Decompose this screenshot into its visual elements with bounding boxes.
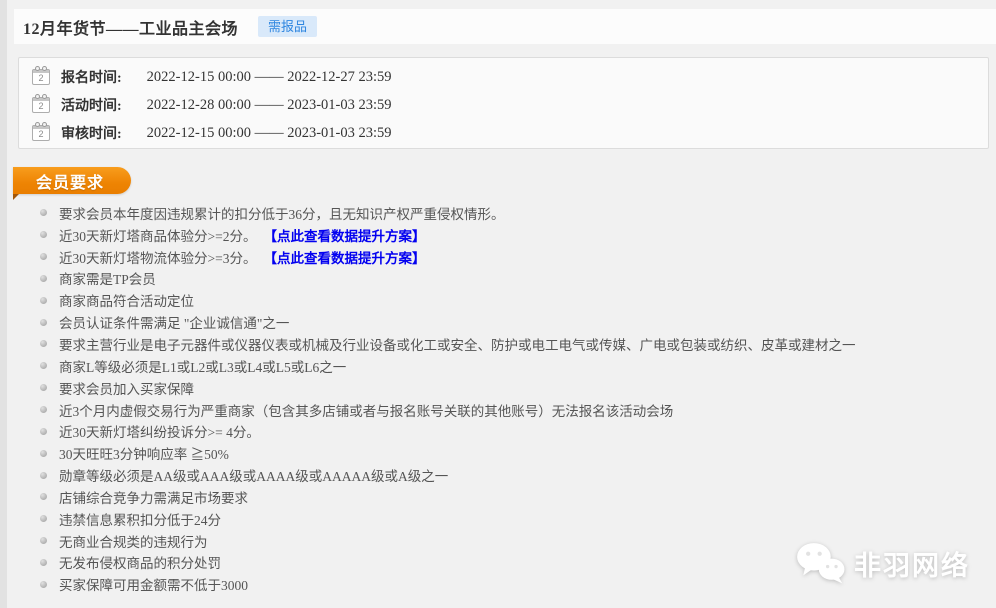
watermark-text: 非羽网络	[854, 544, 970, 583]
section-title: 会员要求	[36, 169, 104, 193]
requirement-text: 店铺综合竞争力需满足市场要求	[59, 487, 248, 507]
calendar-icon: 2	[32, 97, 50, 113]
requirement-text: 要求会员本年度因违规累计的扣分低于36分，且无知识产权严重侵权情形。	[59, 203, 505, 223]
calendar-icon: 2	[32, 69, 50, 85]
left-rail	[0, 0, 7, 608]
ribbon-fold-decoration	[13, 194, 19, 200]
bullet-icon	[40, 559, 47, 566]
schedule-label: 报名时间:	[61, 67, 122, 87]
requirement-text: 无商业合规类的违规行为	[59, 531, 208, 551]
activity-page: 12月年货节——工业品主会场 需报品 2 报名时间: 2022-12-15 00…	[0, 0, 996, 608]
bullet-icon	[40, 472, 47, 479]
requirement-item: 商家需是TP会员	[40, 268, 986, 290]
bullet-icon	[40, 515, 47, 522]
need-report-badge: 需报品	[258, 16, 317, 38]
requirement-item: 会员认证条件需满足 "企业诚信通"之一	[40, 311, 986, 333]
requirement-item: 商家商品符合活动定位	[40, 289, 986, 311]
requirement-text: 勋章等级必须是AA级或AAA级或AAAA级或AAAAA级或A级之一	[59, 465, 448, 485]
watermark: 非羽网络	[794, 540, 970, 586]
data-improvement-link[interactable]: 【点此查看数据提升方案】	[263, 225, 425, 245]
schedule-label: 审核时间:	[61, 123, 122, 143]
bullet-icon	[40, 384, 47, 391]
requirement-item: 近30天新灯塔纠纷投诉分>= 4分。	[40, 420, 986, 442]
requirement-text: 近3个月内虚假交易行为严重商家（包含其多店铺或者与报名账号关联的其他账号）无法报…	[59, 400, 673, 420]
schedule-box: 2 报名时间: 2022-12-15 00:00 —— 2022-12-27 2…	[18, 57, 989, 149]
section-title-ribbon: 会员要求	[13, 167, 131, 194]
requirement-item: 商家L等级必须是L1或L2或L3或L4或L5或L6之一	[40, 355, 986, 377]
bullet-icon	[40, 581, 47, 588]
requirement-text: 要求主营行业是电子元器件或仪器仪表或机械及行业设备或化工或安全、防护或电工电气或…	[59, 334, 856, 354]
requirement-item: 近30天新灯塔商品体验分>=2分。 【点此查看数据提升方案】	[40, 224, 986, 246]
schedule-value: 2022-12-15 00:00 —— 2023-01-03 23:59	[147, 125, 392, 142]
requirement-text: 会员认证条件需满足 "企业诚信通"之一	[59, 312, 289, 332]
requirements-list: 要求会员本年度因违规累计的扣分低于36分，且无知识产权严重侵权情形。 近30天新…	[40, 202, 986, 595]
schedule-value: 2022-12-15 00:00 —— 2022-12-27 23:59	[147, 69, 392, 86]
requirement-item: 要求主营行业是电子元器件或仪器仪表或机械及行业设备或化工或安全、防护或电工电气或…	[40, 333, 986, 355]
requirement-text: 30天旺旺3分钟响应率 ≧50%	[59, 443, 229, 463]
requirement-item: 近3个月内虚假交易行为严重商家（包含其多店铺或者与报名账号关联的其他账号）无法报…	[40, 399, 986, 421]
bullet-icon	[40, 537, 47, 544]
requirement-text: 近30天新灯塔物流体验分>=3分。	[59, 247, 256, 267]
requirement-item: 勋章等级必须是AA级或AAA级或AAAA级或AAAAA级或A级之一	[40, 464, 986, 486]
requirement-text: 违禁信息累积扣分低于24分	[59, 509, 221, 529]
schedule-row: 2 报名时间: 2022-12-15 00:00 —— 2022-12-27 2…	[19, 63, 988, 91]
requirement-item: 要求会员本年度因违规累计的扣分低于36分，且无知识产权严重侵权情形。	[40, 202, 986, 224]
bullet-icon	[40, 362, 47, 369]
requirement-text: 近30天新灯塔纠纷投诉分>= 4分。	[59, 421, 260, 441]
bullet-icon	[40, 253, 47, 260]
bullet-icon	[40, 319, 47, 326]
calendar-icon-digit: 2	[33, 73, 49, 84]
bullet-icon	[40, 406, 47, 413]
requirement-text: 要求会员加入买家保障	[59, 378, 194, 398]
requirement-item: 违禁信息累积扣分低于24分	[40, 508, 986, 530]
requirement-text: 商家商品符合活动定位	[59, 290, 194, 310]
requirement-item: 店铺综合竞争力需满足市场要求	[40, 486, 986, 508]
calendar-icon-digit: 2	[33, 129, 49, 140]
bullet-icon	[40, 275, 47, 282]
requirement-text: 商家L等级必须是L1或L2或L3或L4或L5或L6之一	[59, 356, 346, 376]
requirement-text: 近30天新灯塔商品体验分>=2分。	[59, 225, 256, 245]
calendar-icon-digit: 2	[33, 101, 49, 112]
page-title: 12月年货节——工业品主会场	[23, 15, 238, 39]
requirement-item: 近30天新灯塔物流体验分>=3分。 【点此查看数据提升方案】	[40, 246, 986, 268]
schedule-row: 2 活动时间: 2022-12-28 00:00 —— 2023-01-03 2…	[19, 91, 988, 119]
bullet-icon	[40, 340, 47, 347]
bullet-icon	[40, 493, 47, 500]
calendar-icon: 2	[32, 125, 50, 141]
bullet-icon	[40, 450, 47, 457]
schedule-value: 2022-12-28 00:00 —— 2023-01-03 23:59	[147, 97, 392, 114]
wechat-icon	[794, 540, 848, 586]
requirement-text: 无发布侵权商品的积分处罚	[59, 552, 221, 572]
bullet-icon	[40, 209, 47, 216]
bullet-icon	[40, 297, 47, 304]
header-bar: 12月年货节——工业品主会场 需报品	[14, 9, 996, 44]
data-improvement-link[interactable]: 【点此查看数据提升方案】	[263, 247, 425, 267]
requirement-text: 商家需是TP会员	[59, 268, 156, 288]
bullet-icon	[40, 231, 47, 238]
schedule-label: 活动时间:	[61, 95, 122, 115]
bullet-icon	[40, 428, 47, 435]
requirement-item: 要求会员加入买家保障	[40, 377, 986, 399]
requirement-item: 30天旺旺3分钟响应率 ≧50%	[40, 442, 986, 464]
schedule-row: 2 审核时间: 2022-12-15 00:00 —— 2023-01-03 2…	[19, 119, 988, 147]
requirement-text: 买家保障可用金额需不低于3000	[59, 574, 248, 594]
